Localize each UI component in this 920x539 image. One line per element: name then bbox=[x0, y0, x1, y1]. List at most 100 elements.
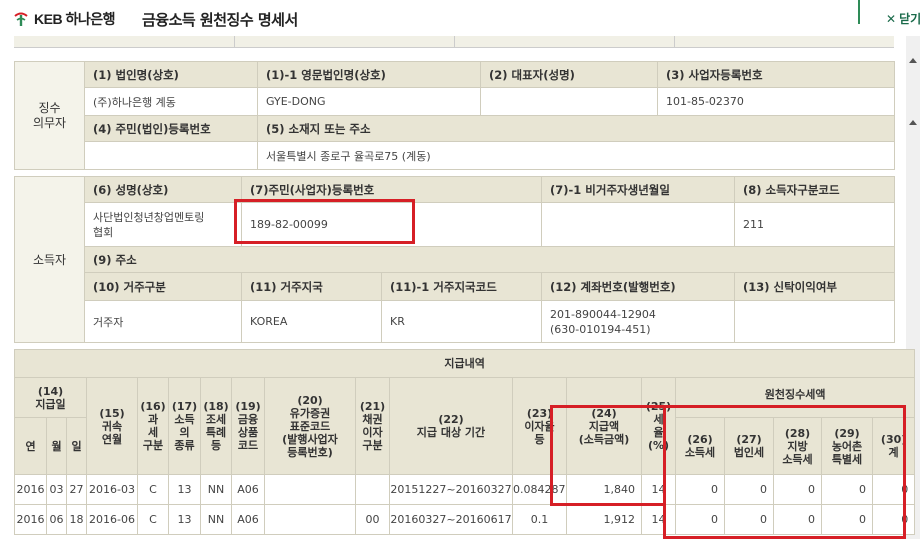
withholding-title: 원천징수세액 bbox=[674, 377, 916, 418]
address-value: 서울특별시 종로구 율곡로75 (계동) bbox=[257, 141, 895, 170]
divider bbox=[858, 0, 860, 24]
table-row: 2016 06 18 2016-06 C 13 NN A06 00 201603… bbox=[14, 504, 916, 535]
account-line-1: 201-890044-12904 bbox=[550, 307, 656, 321]
cell-product: A06 bbox=[231, 504, 265, 535]
biz-no-label: (3) 사업자등록번호 bbox=[657, 61, 895, 88]
representative-label: (2) 대표자(성명) bbox=[480, 61, 658, 88]
rate-header: (23) 이자율 등 bbox=[512, 377, 567, 475]
payments-title: 지급내역 bbox=[13, 349, 916, 378]
cell-amount: 1,840 bbox=[566, 474, 642, 505]
bond-interest-header: (21) 채권 이자 구분 bbox=[355, 377, 390, 475]
account-line-2: (630-010194-451) bbox=[550, 322, 651, 336]
type-code-value: 211 bbox=[734, 202, 895, 247]
cell-security-code bbox=[264, 474, 356, 505]
cell-amount: 1,912 bbox=[566, 504, 642, 535]
corp-name-label: (1) 법인명(상호) bbox=[84, 61, 258, 88]
cell-rural-tax: 0 bbox=[821, 474, 873, 505]
product-header: (19) 금융 상품 코드 bbox=[231, 377, 265, 475]
scroll-up-icon[interactable] bbox=[909, 120, 917, 125]
bank-logo: KEB 하나은행 bbox=[12, 9, 115, 29]
corp-name-en-label: (1)-1 영문법인명(상호) bbox=[257, 61, 481, 88]
address-label: (5) 소재지 또는 주소 bbox=[257, 115, 895, 142]
hana-logo-icon bbox=[12, 10, 30, 28]
trust-value bbox=[734, 300, 895, 343]
cut-off-row bbox=[14, 36, 894, 48]
cell-pay-period: 20160327~20160617 bbox=[389, 504, 513, 535]
rural-tax-header: (29) 농어촌 특별세 bbox=[821, 417, 873, 475]
type-code-label: (8) 소득자구분코드 bbox=[734, 176, 895, 203]
corp-tax-header: (27) 법인세 bbox=[724, 417, 774, 475]
withholder-table: 징수 의무자 (1) 법인명(상호) (1)-1 영문법인명(상호) (2) 대… bbox=[14, 61, 895, 170]
name-value: 사단법인청년창업멘토링 협회 bbox=[84, 202, 242, 247]
cell-income-tax: 0 bbox=[675, 504, 725, 535]
cell-corp-tax: 0 bbox=[724, 474, 774, 505]
cell-total: 0 bbox=[871, 474, 916, 505]
birth-value bbox=[541, 202, 735, 247]
pay-date-header: (14) 지급일 bbox=[14, 377, 87, 418]
resident-no-label: (4) 주민(법인)등록번호 bbox=[84, 115, 258, 142]
account-label: (12) 계좌번호(발행번호) bbox=[541, 272, 735, 301]
amount-header: (24) 지급액 (소득금액) bbox=[566, 377, 642, 475]
address-label: (9) 주소 bbox=[84, 246, 895, 273]
cell-bond-interest: 00 bbox=[355, 504, 390, 535]
payment-details-table: 지급내역 (14) 지급일 (15) 귀속 연월 (16) 과 세 구분 (17… bbox=[13, 349, 916, 535]
cell-month: 03 bbox=[46, 474, 67, 505]
table-row: 2016 03 27 2016-03 C 13 NN A06 20151227~… bbox=[14, 474, 916, 505]
resident-no-value bbox=[84, 141, 258, 170]
close-icon: ✕ bbox=[886, 12, 897, 26]
cell-security-code bbox=[264, 504, 356, 535]
withholder-section-label: 징수 의무자 bbox=[14, 61, 85, 170]
reg-no-label: (7)주민(사업자)등록번호 bbox=[241, 176, 542, 203]
day-header: 일 bbox=[66, 417, 87, 475]
cell-special: NN bbox=[200, 474, 232, 505]
month-header: 월 bbox=[46, 417, 67, 475]
recipient-table: 소득자 (6) 성명(상호) (7)주민(사업자)등록번호 (7)-1 비거주자… bbox=[14, 176, 895, 343]
name-line-2: 협회 bbox=[93, 225, 114, 239]
special-header: (18) 조세 특례 등 bbox=[200, 377, 232, 475]
pay-period-header: (22) 지급 대상 기간 bbox=[389, 377, 513, 475]
name-label: (6) 성명(상호) bbox=[84, 176, 242, 203]
income-type-header: (17) 소득 의 종류 bbox=[168, 377, 201, 475]
cell-local-tax: 0 bbox=[773, 474, 822, 505]
cell-total: 0 bbox=[871, 504, 916, 535]
cell-bond-interest bbox=[355, 474, 390, 505]
year-header: 연 bbox=[14, 417, 47, 475]
cell-day: 27 bbox=[66, 474, 87, 505]
close-button[interactable]: ✕ 닫기 bbox=[886, 10, 920, 27]
cell-product: A06 bbox=[231, 474, 265, 505]
page-title: 금융소득 원천징수 명세서 bbox=[142, 11, 298, 29]
security-code-header: (20) 유가증권 표준코드 (발행사업자 등록번호) bbox=[264, 377, 356, 475]
reg-no-value: 189-82-00099 bbox=[241, 202, 542, 247]
country-label: (11) 거주지국 bbox=[241, 272, 382, 301]
bank-name: KEB 하나은행 bbox=[34, 11, 115, 27]
cell-rate: 0.084287 bbox=[512, 474, 567, 505]
country-code-value: KR bbox=[381, 300, 542, 343]
tax-rate-header: (25) 세 율 (%) bbox=[641, 377, 676, 475]
cell-corp-tax: 0 bbox=[724, 504, 774, 535]
corp-name-value: (주)하나은행 계동 bbox=[84, 87, 258, 116]
cell-income-tax: 0 bbox=[675, 474, 725, 505]
residency-label: (10) 거주구분 bbox=[84, 272, 242, 301]
corp-name-en-value: GYE-DONG bbox=[257, 87, 481, 116]
cell-rural-tax: 0 bbox=[821, 504, 873, 535]
close-label: 닫기 bbox=[899, 12, 920, 26]
cell-income-type: 13 bbox=[168, 504, 201, 535]
period-header: (15) 귀속 연월 bbox=[86, 377, 138, 475]
local-tax-header: (28) 지방 소득세 bbox=[773, 417, 822, 475]
birth-label: (7)-1 비거주자생년월일 bbox=[541, 176, 735, 203]
cell-day: 18 bbox=[66, 504, 87, 535]
scroll-up-icon[interactable] bbox=[909, 58, 917, 63]
tax-type-header: (16) 과 세 구분 bbox=[137, 377, 169, 475]
country-value: KOREA bbox=[241, 300, 382, 343]
name-line-1: 사단법인청년창업멘토링 bbox=[93, 210, 205, 224]
country-code-label: (11)-1 거주지국코드 bbox=[381, 272, 542, 301]
cell-pay-period: 20151227~20160327 bbox=[389, 474, 513, 505]
recipient-section-label: 소득자 bbox=[14, 176, 85, 343]
cell-year: 2016 bbox=[14, 504, 47, 535]
total-header: (30) 계 bbox=[871, 417, 916, 475]
cell-month: 06 bbox=[46, 504, 67, 535]
cell-year: 2016 bbox=[14, 474, 47, 505]
account-value: 201-890044-12904 (630-010194-451) bbox=[541, 300, 735, 343]
title-bar: KEB 하나은행 금융소득 원천징수 명세서 ✕ 닫기 bbox=[0, 0, 920, 36]
cell-local-tax: 0 bbox=[773, 504, 822, 535]
